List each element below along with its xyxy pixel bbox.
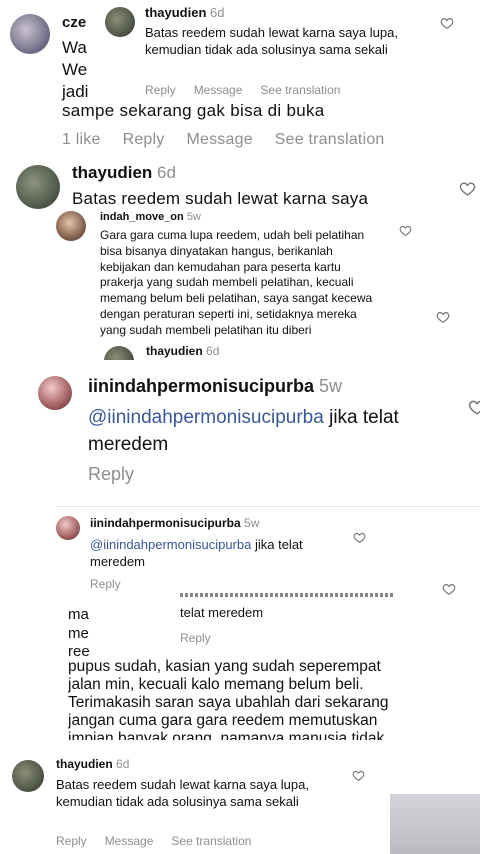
back-username[interactable]: cze (62, 14, 86, 31)
peek-comment-header: thayudien 6d (100, 344, 380, 360)
comment-text: Batas reedem sudah lewat karna saya lupa… (56, 777, 309, 809)
comment-text: Gara gara cuma lupa reedem, udah beli pe… (100, 228, 373, 337)
back-comment-fragment: Wa (62, 38, 87, 57)
avatar[interactable] (56, 211, 86, 241)
comment-header: thayudien 6d (145, 5, 225, 20)
comment-actions: Reply Message See translation (145, 83, 340, 97)
comment-text: telat meredem (180, 605, 264, 620)
comment-header: iinindahpermonisucipurba 5w (90, 516, 259, 530)
heart-icon[interactable] (399, 224, 412, 237)
username[interactable]: iinindahpermonisucipurba (90, 516, 241, 530)
reply-button[interactable]: Reply (180, 631, 211, 645)
back-comment-tail: sampe sekarang gak bisa di buka (62, 101, 325, 120)
avatar[interactable] (10, 14, 50, 54)
username[interactable]: thayudien (72, 163, 152, 182)
timestamp: 6d (206, 344, 220, 358)
comment-text: Batas reedem sudah lewat karna saya lupa… (145, 25, 398, 57)
comment-actions: Reply Message See translation (56, 834, 251, 848)
timestamp: 6d (210, 5, 225, 20)
message-button[interactable]: Message (105, 834, 154, 848)
comment-text: Batas reedem sudah lewat karna saya (72, 189, 369, 208)
comment-header: iinindahpermonisucipurba 5w (88, 376, 342, 397)
section-6: thayudien 6d Batas reedem sudah lewat ka… (0, 752, 480, 854)
username[interactable]: thayudien (146, 344, 203, 358)
back-comment-fragment: We (62, 60, 88, 79)
comment-header: thayudien 6d (72, 163, 176, 183)
comment-text-long: pupus sudah, kasian yang sudah seperempa… (68, 658, 389, 740)
reply-button[interactable]: Reply (145, 83, 176, 97)
comment-header: thayudien 6d (56, 757, 129, 771)
avatar[interactable] (12, 760, 44, 792)
section-5: ma me ree telat meredem Reply pupus suda… (0, 590, 480, 750)
heart-icon[interactable] (459, 180, 476, 197)
comment-text: @iinindahpermonisucipurba jika telat mer… (90, 536, 320, 570)
reply-button[interactable]: Reply (90, 577, 121, 591)
message-button[interactable]: Message (194, 83, 243, 97)
back-comment-fragment: jadi (62, 82, 89, 101)
timestamp: 6d (116, 757, 130, 771)
mention-link[interactable]: @iinindahpermonisucipurba (90, 537, 251, 552)
see-translation-link[interactable]: See translation (171, 834, 251, 848)
mention-link[interactable]: @iinindahpermonisucipurba (88, 407, 324, 428)
heart-icon[interactable] (468, 398, 480, 416)
section-2: thayudien 6d Batas reedem sudah lewat ka… (0, 158, 480, 360)
see-translation-link[interactable]: See translation (260, 83, 340, 97)
front-comment-card: thayudien 6d Batas reedem sudah lewat ka… (95, 0, 480, 102)
reply-button[interactable]: Reply (123, 131, 165, 148)
username[interactable]: indah_move_on (100, 211, 184, 223)
avatar[interactable] (56, 516, 80, 540)
avatar[interactable] (38, 376, 72, 410)
overlay-comment-card: indah_move_on 5w Gara gara cuma lupa ree… (48, 208, 428, 340)
heart-icon[interactable] (352, 769, 365, 782)
comment-text: @iinindahpermonisucipurba jika telat mer… (88, 404, 418, 458)
see-translation-link[interactable]: See translation (275, 131, 385, 148)
section-1: cze Wa We jadi sampe sekarang gak bisa d… (0, 0, 480, 158)
username[interactable]: thayudien (145, 5, 206, 20)
timestamp: 6d (157, 163, 176, 182)
section-4: iinindahpermonisucipurba 5w @iinindahper… (0, 510, 480, 600)
likes-count[interactable]: 1 like (62, 131, 101, 148)
comment-fragment: me (68, 625, 89, 642)
overlap-artifact (180, 593, 394, 597)
reply-button[interactable]: Reply (56, 834, 87, 848)
timestamp: 5w (244, 516, 260, 530)
timestamp: 5w (319, 376, 343, 396)
message-button[interactable]: Message (186, 131, 252, 148)
username[interactable]: iinindahpermonisucipurba (88, 376, 314, 396)
heart-icon[interactable] (440, 16, 454, 30)
back-comment-actions: 1 like Reply Message See translation (62, 131, 385, 149)
comment-header: indah_move_on 5w (100, 211, 201, 223)
avatar[interactable] (105, 7, 135, 37)
heart-icon[interactable] (436, 310, 450, 324)
blurred-thumbnail (390, 794, 480, 854)
comment-fragment: ma (68, 606, 89, 623)
avatar[interactable] (104, 346, 134, 360)
avatar[interactable] (16, 165, 60, 209)
username[interactable]: thayudien (56, 757, 113, 771)
section-3: iinindahpermonisucipurba 5w @iinindahper… (0, 362, 480, 500)
reply-button[interactable]: Reply (88, 464, 134, 485)
timestamp: 5w (186, 211, 201, 223)
heart-icon[interactable] (353, 531, 366, 544)
divider (56, 506, 480, 507)
